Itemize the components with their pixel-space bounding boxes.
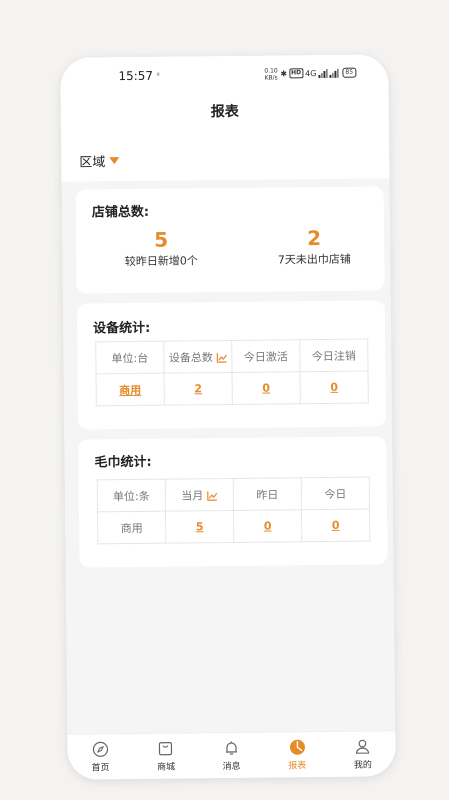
hd-badge: HD — [289, 68, 304, 79]
signal-icon — [318, 68, 328, 78]
store-total-label: 较昨日新增0个 — [124, 254, 198, 269]
table-header-row: 单位:条 当月 昨日 今日 — [97, 477, 370, 512]
activated-today-link[interactable]: 0 — [232, 371, 301, 405]
page-title: 报表 — [210, 103, 239, 121]
tab-home-label: 首页 — [91, 763, 110, 774]
inactive-store-label: 7天未出巾店铺 — [277, 252, 351, 267]
deregistered-today-link[interactable]: 0 — [300, 371, 369, 404]
inactive-store-value: 2 — [307, 226, 322, 251]
tab-reports-label: 报表 — [288, 761, 307, 772]
line-chart-icon[interactable] — [216, 352, 227, 363]
network-type: 4G — [305, 68, 317, 78]
status-bar: 15:57 ᵍ 0.10 KB/s ✱ HD 4G 85 — [60, 66, 388, 89]
device-stats-title: 设备统计: — [92, 320, 151, 337]
yesterday-link[interactable]: 0 — [233, 509, 302, 543]
inactive-store-stat[interactable]: 2 7天未出巾店铺 — [264, 226, 364, 268]
compass-icon — [92, 741, 108, 757]
yesterday-header: 昨日 — [233, 477, 302, 511]
status-time: 15:57 — [118, 68, 154, 84]
bell-icon — [225, 741, 237, 755]
table-row: 商用 5 0 0 — [97, 509, 370, 544]
table-row: 商用 2 0 0 — [96, 371, 369, 406]
caret-down-icon — [109, 157, 120, 165]
store-stats-card: 店铺总数: 5 较昨日新增0个 2 7天未出巾店铺 — [75, 186, 385, 294]
tab-mall[interactable]: 商城 — [133, 733, 199, 779]
store-total-value: 5 — [154, 227, 169, 252]
signal-icon-2 — [329, 68, 339, 78]
tab-profile[interactable]: 我的 — [330, 731, 396, 777]
line-chart-icon[interactable] — [206, 490, 217, 501]
this-month-header[interactable]: 当月 — [165, 478, 234, 512]
store-stats-title: 店铺总数: — [91, 204, 150, 221]
today-header: 今日 — [301, 477, 370, 510]
deregistered-today-header: 今日注销 — [299, 339, 369, 372]
region-dropdown[interactable]: 区域 — [79, 151, 120, 171]
bottom-tab-bar: 首页 商城 消息 报表 我的 — [67, 730, 396, 780]
device-total-link[interactable]: 2 — [164, 372, 233, 406]
region-label: 区域 — [79, 155, 106, 171]
pie-chart-icon — [289, 739, 305, 755]
device-stats-card: 设备统计: 单位:台 设备总数 今日激活 今日注销 商用 2 0 0 — [76, 300, 387, 430]
activated-today-header: 今日激活 — [231, 339, 301, 373]
user-icon — [356, 739, 370, 754]
battery-icon: 85 — [342, 67, 357, 78]
status-icons: ✱ HD 4G 85 — [280, 67, 357, 79]
shopping-bag-icon — [159, 742, 173, 756]
device-total-header[interactable]: 设备总数 — [163, 340, 233, 374]
phone-screen: 15:57 ᵍ 0.10 KB/s ✱ HD 4G 85 报表 区域 店铺总数: … — [60, 54, 396, 780]
towel-stats-table: 单位:条 当月 昨日 今日 商用 5 0 0 — [97, 477, 371, 545]
this-month-link[interactable]: 5 — [165, 510, 234, 544]
row-label-link[interactable]: 商用 — [96, 373, 165, 406]
notification-icon: ᵍ — [156, 70, 160, 80]
unit-header: 单位:台 — [95, 341, 165, 374]
towel-stats-card: 毛巾统计: 单位:条 当月 昨日 今日 商用 5 0 0 — [78, 436, 388, 568]
today-link[interactable]: 0 — [301, 509, 370, 542]
device-stats-table: 单位:台 设备总数 今日激活 今日注销 商用 2 0 0 — [95, 339, 369, 407]
tab-profile-label: 我的 — [353, 760, 372, 771]
network-speed: 0.10 KB/s — [264, 67, 278, 82]
bluetooth-icon: ✱ — [280, 68, 288, 78]
tab-messages[interactable]: 消息 — [198, 733, 264, 779]
tab-messages-label: 消息 — [222, 761, 241, 773]
store-total-stat[interactable]: 5 较昨日新增0个 — [116, 228, 206, 269]
tab-home[interactable]: 首页 — [67, 734, 133, 780]
towel-stats-title: 毛巾统计: — [94, 454, 152, 471]
tab-mall-label: 商城 — [156, 762, 176, 773]
row-label: 商用 — [97, 511, 166, 544]
table-header-row: 单位:台 设备总数 今日激活 今日注销 — [95, 339, 369, 374]
unit-header: 单位:条 — [97, 479, 166, 512]
tab-reports[interactable]: 报表 — [264, 732, 330, 778]
